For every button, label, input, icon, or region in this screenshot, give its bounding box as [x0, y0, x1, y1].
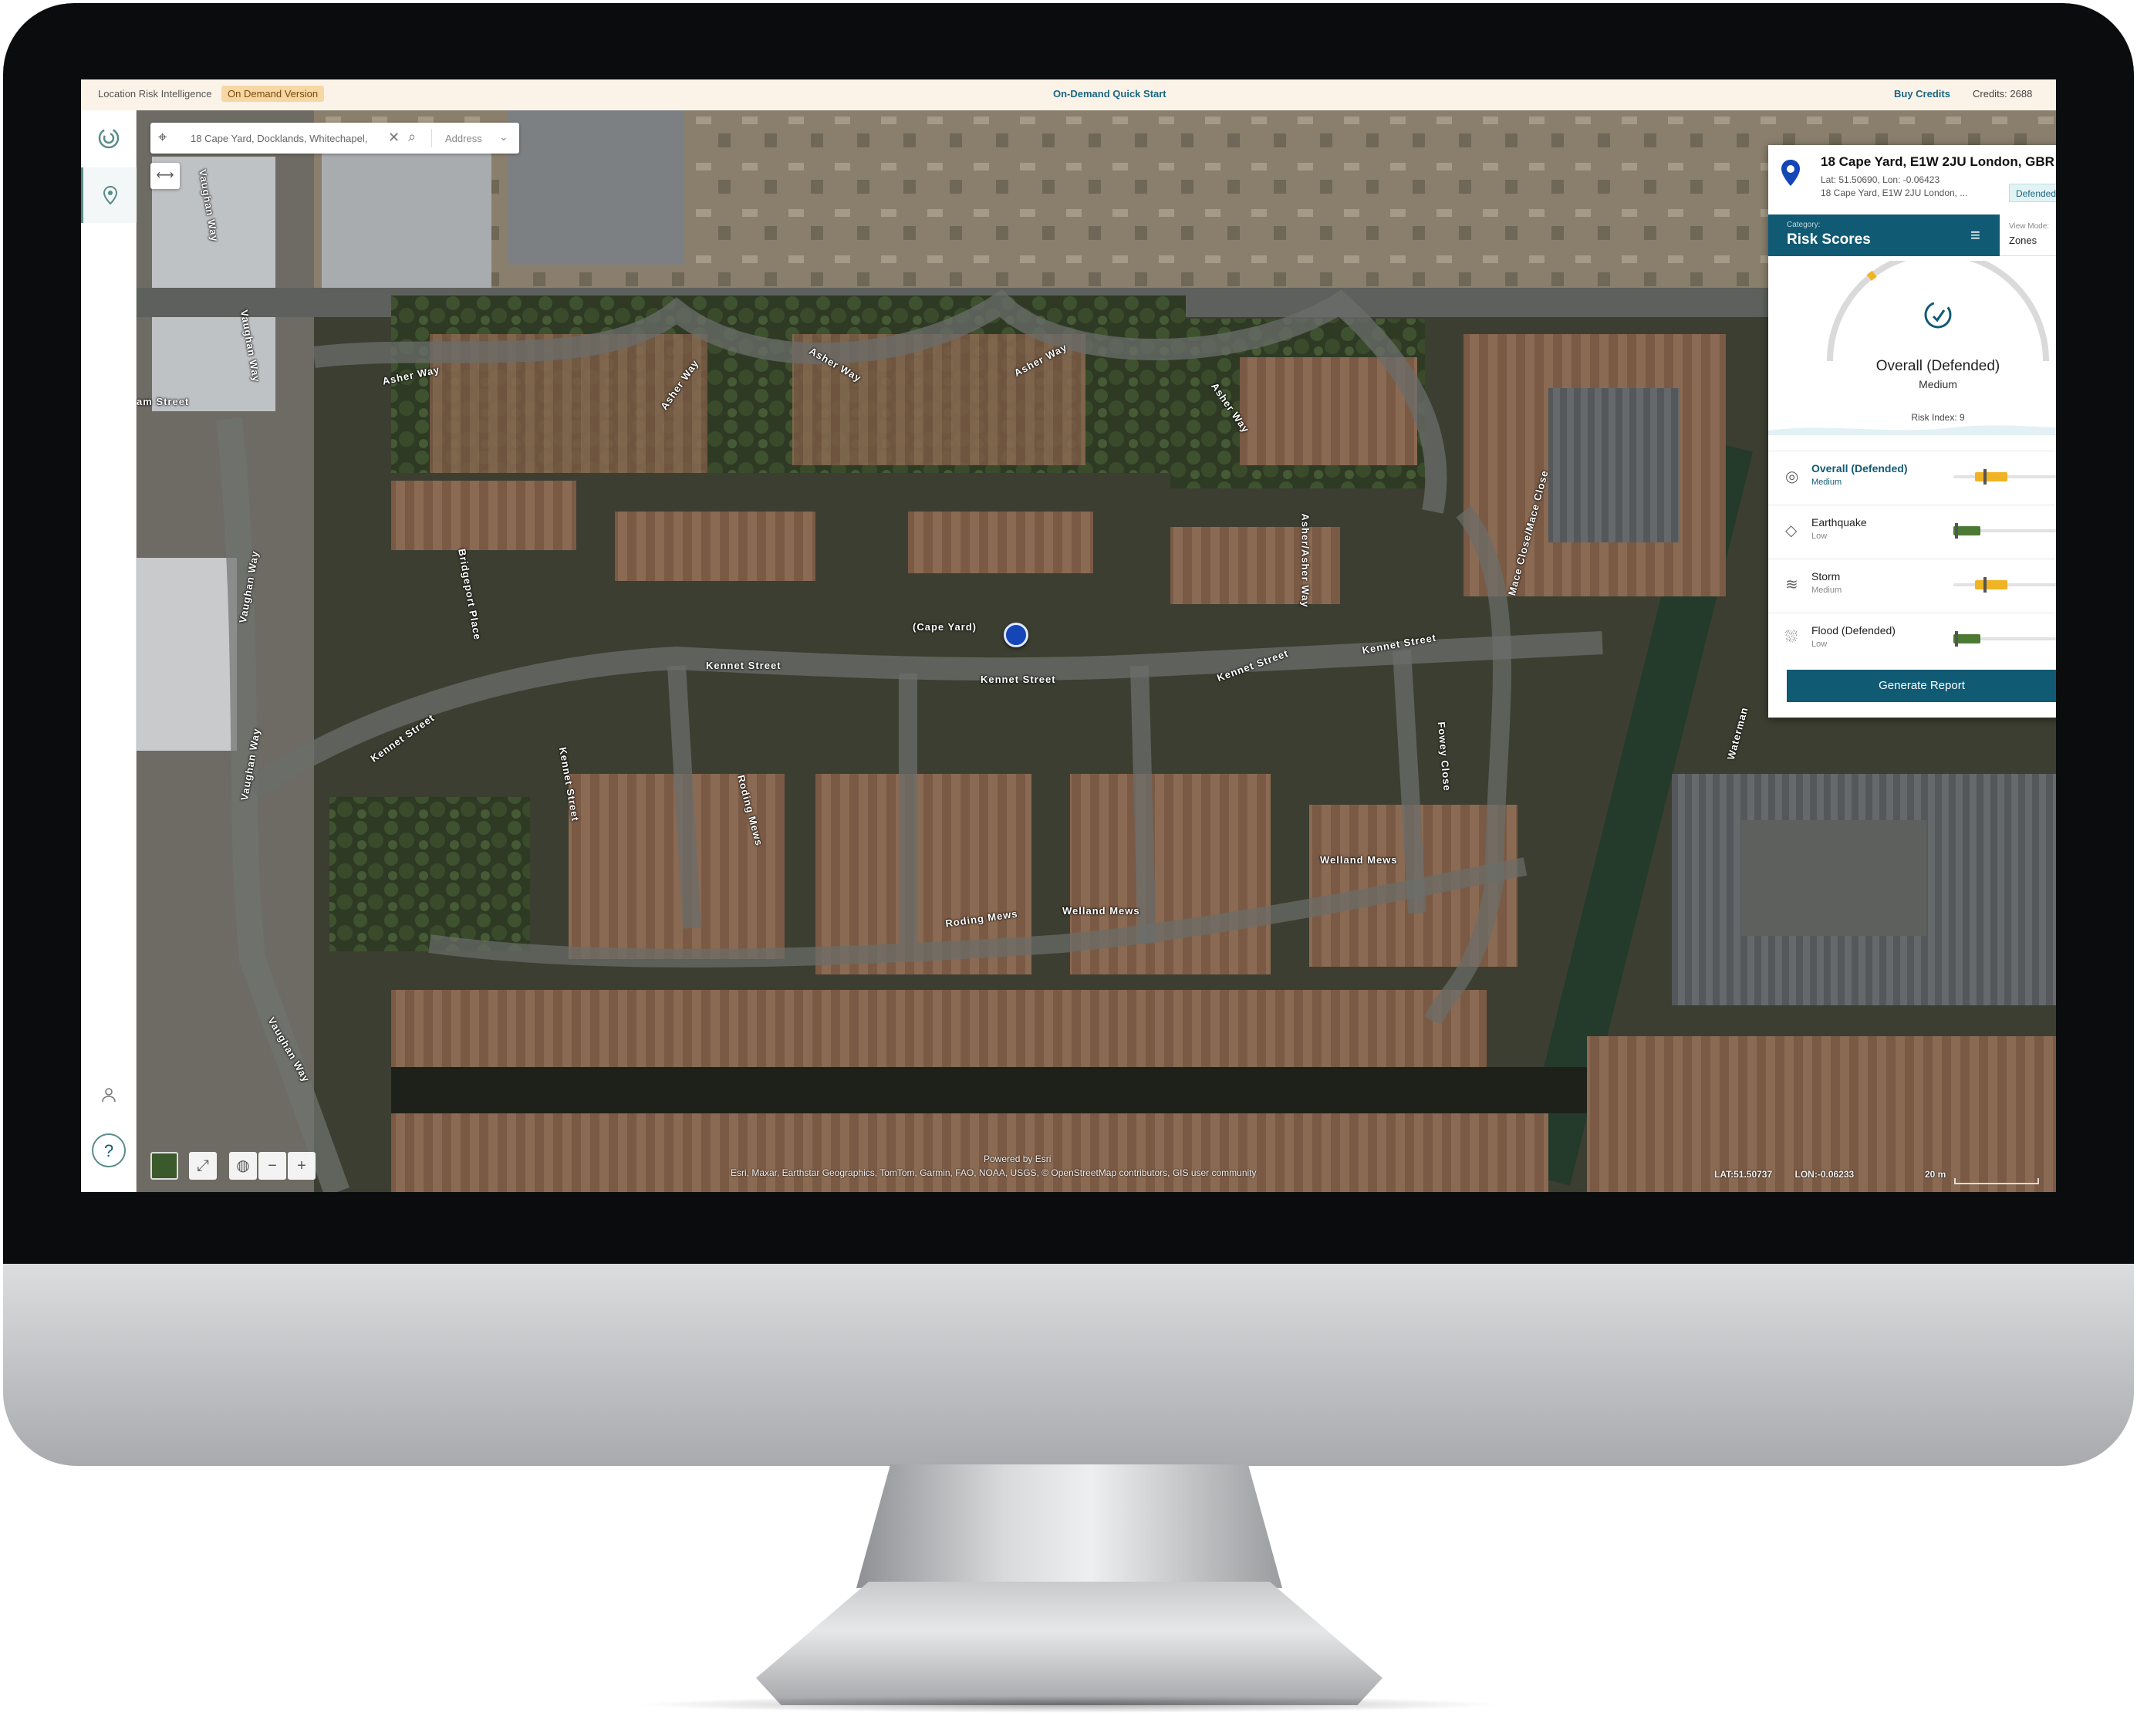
- gauge-title: Overall (Defended): [1875, 358, 2000, 374]
- zoom-out-button[interactable]: −: [258, 1152, 286, 1180]
- gauge-level: Medium: [1919, 378, 1957, 390]
- lat-readout: LAT:51.50737: [1714, 1169, 1773, 1180]
- view-mode-label: View Mode:: [2009, 222, 2050, 231]
- chevron-down-icon[interactable]: ⌄: [499, 130, 508, 144]
- risk-level: Medium: [1811, 478, 1842, 487]
- help-icon[interactable]: ?: [81, 1123, 137, 1178]
- overall-defended-icon: ◎: [1785, 468, 1799, 485]
- svg-text:?: ?: [104, 1141, 113, 1160]
- app-logo-icon[interactable]: [81, 110, 137, 166]
- top-bar: Location Risk Intelligence On Demand Ver…: [81, 79, 2056, 110]
- user-icon[interactable]: [81, 1067, 137, 1123]
- risk-bar-marker: [1954, 631, 1958, 647]
- risk-row[interactable]: ≋ Storm Medium: [1768, 559, 2056, 611]
- location-marker[interactable]: [1004, 623, 1028, 647]
- search-input[interactable]: 18 Cape Yard, Docklands, Whitechapel,: [191, 133, 383, 144]
- quick-start-link[interactable]: On-Demand Quick Start: [1053, 88, 1166, 100]
- panel-address: 18 Cape Yard, E1W 2JU London, ...: [1821, 187, 1968, 198]
- risk-row[interactable]: ◎ Overall (Defended) Medium: [1768, 451, 2056, 503]
- location-pin-icon: [1781, 160, 1800, 186]
- scale-label: 20 m: [1925, 1169, 1946, 1180]
- risk-bar: [1953, 631, 2056, 647]
- map-view[interactable]: Asher Way Asher Way Asher Way Asher Way …: [137, 110, 2056, 1192]
- gauge-fill: [1866, 270, 1877, 281]
- menu-icon[interactable]: ≡: [1970, 225, 1980, 245]
- fullscreen-icon[interactable]: ⤢: [189, 1152, 217, 1180]
- risk-row[interactable]: ⛆ Flood (Defended) Low: [1768, 613, 2056, 665]
- monitor-stand-base: [756, 1582, 1382, 1705]
- stand-shadow: [633, 1696, 1504, 1713]
- street-label: am Street: [137, 396, 190, 407]
- defended-toggle[interactable]: Defended: [2009, 184, 2056, 202]
- street-label: Welland Mews: [1062, 905, 1140, 917]
- search-type-select[interactable]: Address: [445, 133, 482, 144]
- risk-gauge: Overall (Defended) Medium Risk Index: 9: [1768, 261, 2056, 438]
- risk-panel: 18 Cape Yard, E1W 2JU London, GBR Lat: 5…: [1768, 145, 2056, 718]
- panel-header: 18 Cape Yard, E1W 2JU London, GBR Lat: 5…: [1768, 145, 2056, 211]
- cursor-coordinates: LAT:51.50737 LON:-0.06233: [1714, 1169, 1874, 1180]
- flood-defended-icon: ⛆: [1785, 629, 1798, 646]
- risk-level: Low: [1811, 640, 1828, 649]
- street-label: Kennet Street: [706, 660, 782, 671]
- overall-defended-icon: [1924, 301, 1952, 329]
- category-label: Category:: [1787, 221, 1821, 229]
- left-nav: ?: [81, 110, 137, 1192]
- risk-bar: [1953, 469, 2056, 485]
- street-label: (Cape Yard): [913, 621, 977, 633]
- monitor-stand-neck: [856, 1464, 1282, 1588]
- risk-row[interactable]: ◇ Earthquake Low: [1768, 505, 2056, 557]
- lon-readout: LON:-0.06233: [1794, 1169, 1855, 1180]
- risk-bar-fill: [1975, 472, 2008, 481]
- credits-count: Credits: 2688: [1973, 88, 2033, 100]
- map-attribution: Esri, Maxar, Earthstar Geographics, TomT…: [731, 1167, 1257, 1178]
- earthquake-icon: ◇: [1785, 522, 1798, 539]
- risk-name: Overall (Defended): [1811, 462, 1908, 475]
- search-bar: ⌖ 18 Cape Yard, Docklands, Whitechapel, …: [150, 123, 519, 154]
- risk-name: Flood (Defended): [1811, 624, 1896, 637]
- basemap-toggle[interactable]: [150, 1152, 178, 1180]
- panel-latlon: Lat: 51.50690, Lon: -0.06423: [1821, 174, 1940, 185]
- street-label: Asher/Asher Way: [1299, 513, 1312, 608]
- wave-divider: [1768, 425, 2056, 435]
- search-divider: [431, 129, 432, 147]
- clear-icon[interactable]: ✕: [388, 130, 400, 146]
- risk-bar-marker: [1954, 523, 1958, 539]
- street-label: Kennet Street: [981, 674, 1056, 685]
- risk-level: Low: [1811, 532, 1828, 541]
- search-icon[interactable]: ⌕: [408, 129, 416, 145]
- risk-level: Medium: [1811, 586, 1842, 595]
- risk-name: Earthquake: [1811, 516, 1867, 529]
- scale-bar: [1954, 1178, 2039, 1184]
- risk-name: Storm: [1811, 570, 1841, 583]
- powered-by: Powered by Esri: [984, 1153, 1052, 1164]
- risk-bar-marker: [1983, 577, 1987, 593]
- risk-bar-fill: [1975, 580, 2008, 589]
- globe-icon[interactable]: ◍: [229, 1152, 257, 1180]
- buy-credits-link[interactable]: Buy Credits: [1894, 88, 1950, 100]
- location-pin-icon[interactable]: [81, 167, 137, 223]
- storm-icon: ≋: [1785, 576, 1798, 593]
- zoom-in-button[interactable]: +: [288, 1152, 316, 1180]
- panel-title: 18 Cape Yard, E1W 2JU London, GBR: [1821, 154, 2054, 169]
- view-mode-selector[interactable]: View Mode: Zones ⌄: [2000, 214, 2056, 256]
- version-badge: On Demand Version: [221, 86, 325, 102]
- generate-report-button[interactable]: Generate Report ▼: [1787, 670, 2056, 702]
- app-screen: Location Risk Intelligence On Demand Ver…: [81, 79, 2056, 1192]
- category-selector[interactable]: Category: Risk Scores ≡: [1768, 214, 2000, 256]
- risk-bar-marker: [1983, 469, 1987, 485]
- risk-bar: [1953, 577, 2056, 593]
- monitor-chin: [3, 1264, 2134, 1466]
- generate-report-label: Generate Report: [1879, 679, 1965, 692]
- crosshair-icon[interactable]: ⌖: [158, 129, 167, 147]
- view-mode-value: Zones: [2009, 235, 2037, 246]
- category-value: Risk Scores: [1787, 231, 1871, 248]
- app-brand: Location Risk Intelligence: [98, 88, 212, 100]
- expand-width-icon[interactable]: ⟷: [150, 163, 180, 189]
- street-label: Welland Mews: [1320, 854, 1398, 866]
- risk-bar: [1953, 523, 2056, 539]
- gauge-track: [1827, 261, 2049, 362]
